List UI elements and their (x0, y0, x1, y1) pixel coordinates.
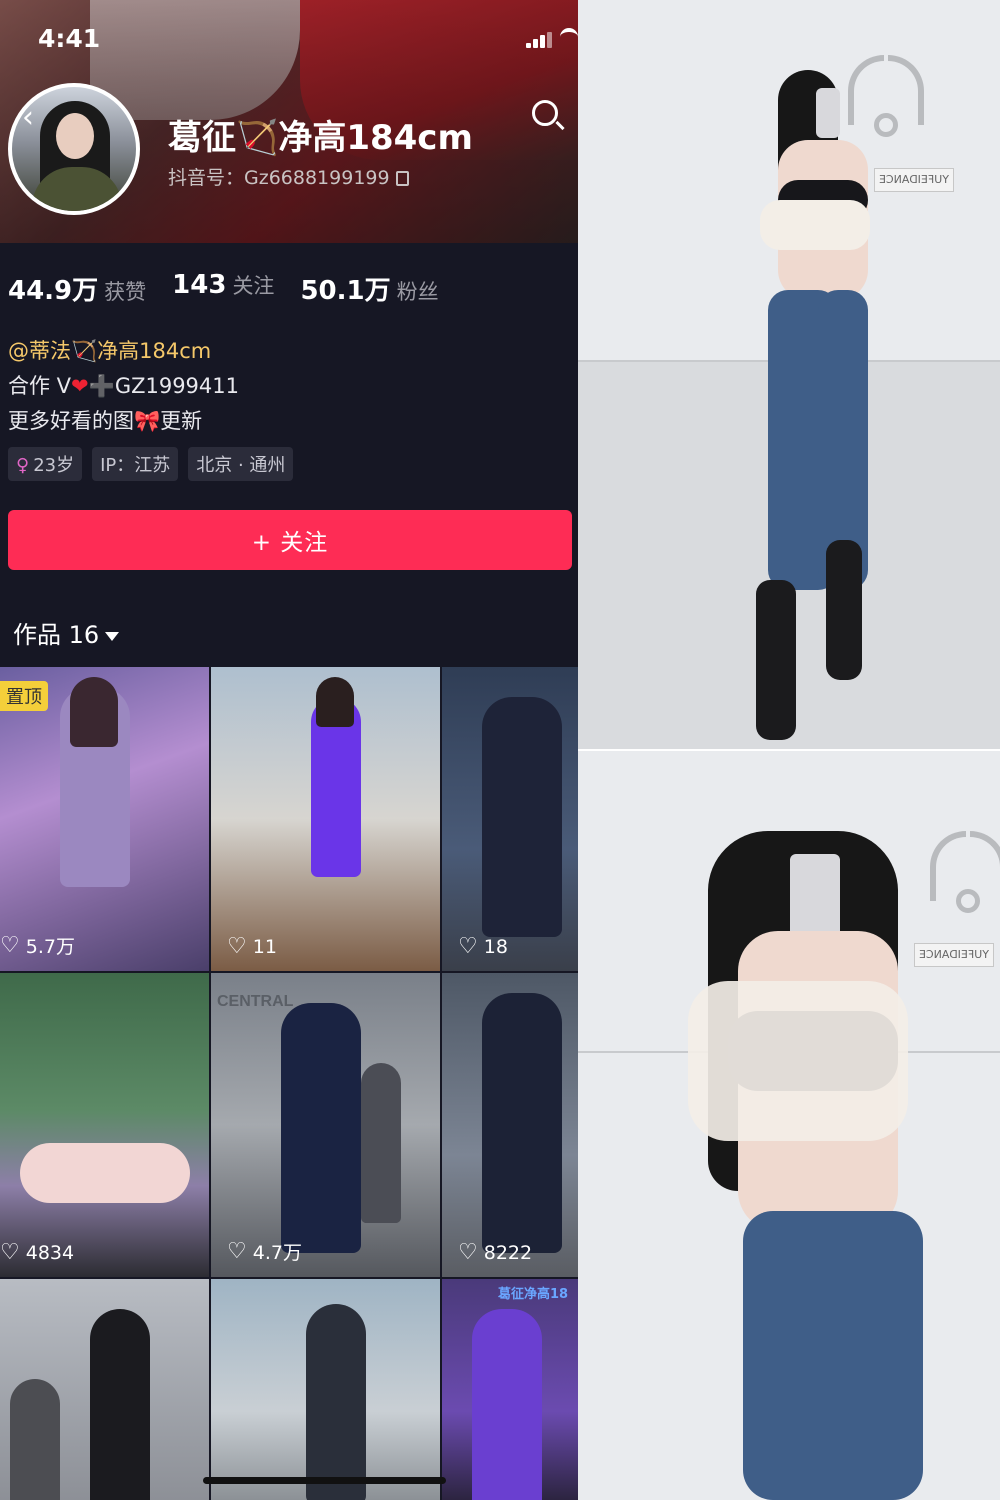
profile-tags: ♀ 23岁 IP：江苏 北京 · 通州 (8, 447, 294, 481)
pinned-badge: 置顶 (0, 681, 48, 711)
female-icon: ♀ (16, 455, 30, 476)
video-tile[interactable]: ♡ 11 (211, 667, 440, 971)
tab-works[interactable]: 作品 16 (13, 615, 120, 650)
studio-sign: YUFEIDANCE (874, 168, 954, 192)
douyin-id-text: 抖音号：Gz6688199199 (168, 167, 390, 189)
video-tile[interactable] (211, 1279, 440, 1500)
heart-icon: ❤ (71, 374, 89, 398)
video-tile[interactable]: CENTRAL ♡ 4.7万 (211, 973, 440, 1277)
chevron-down-icon (105, 631, 120, 641)
search-icon[interactable] (532, 100, 558, 126)
home-indicator (203, 1477, 446, 1484)
wing-logo-icon (928, 831, 1000, 921)
video-tile[interactable]: ♡ 4834 (0, 973, 209, 1277)
signal-icon (526, 32, 552, 48)
video-tile[interactable]: ♡ 8222 (442, 973, 578, 1277)
profile-stats: 44.9万 获赞 143 关注 50.1万 粉丝 (8, 270, 439, 307)
ribbon-icon: 🎀 (134, 409, 161, 433)
photo-closeup: YUFEIDANCE (578, 751, 1000, 1500)
heart-outline-icon: ♡ (458, 1240, 478, 1265)
video-likes: ♡ 4834 (0, 1240, 75, 1265)
wifi-icon (560, 28, 578, 46)
bio-line-more: 更多好看的图🎀更新 (8, 409, 203, 433)
stat-likes: 44.9万 获赞 (8, 276, 147, 306)
bio-mention-link[interactable]: @蒂法🏹净高184cm (8, 334, 239, 369)
tag-age: ♀ 23岁 (8, 447, 83, 481)
studio-sign: YUFEIDANCE (914, 943, 994, 967)
heart-outline-icon: ♡ (0, 1240, 20, 1265)
heart-outline-icon: ♡ (0, 933, 20, 958)
wing-logo-icon (846, 55, 926, 145)
video-grid: 置顶 ♡ 5.7万 ♡ 11 ♡ 18 ♡ 4834 CENTRAL ♡ 4.7万 ♡ 82… (0, 667, 578, 1500)
video-likes: ♡ 4.7万 (227, 1239, 302, 1264)
photo-full-body: YUFEIDANCE (578, 0, 1000, 749)
tag-location: 北京 · 通州 (188, 447, 294, 481)
video-likes: ♡ 18 (458, 934, 508, 959)
heart-outline-icon: ♡ (458, 934, 478, 959)
video-banner: 葛征净高18 (498, 1287, 569, 1302)
profile-bio: @蒂法🏹净高184cm 合作 V❤➕GZ1999411 更多好看的图🎀更新 (8, 334, 239, 439)
profile-name: 葛征🏹净高184cm (168, 118, 473, 158)
stat-followers[interactable]: 50.1万 粉丝 (300, 270, 438, 307)
video-tile[interactable] (0, 1279, 209, 1500)
video-likes: ♡ 11 (227, 934, 277, 959)
back-icon[interactable]: ‹ (22, 100, 34, 135)
video-likes: ♡ 8222 (458, 1240, 533, 1265)
follow-button[interactable]: + 关注 (8, 510, 572, 570)
plus-icon: ➕ (88, 374, 115, 398)
video-likes: ♡ 5.7万 (0, 933, 75, 958)
video-tile[interactable]: 葛征净高18 (442, 1279, 578, 1500)
heart-outline-icon: ♡ (227, 1239, 247, 1264)
video-tile[interactable]: ♡ 18 (442, 667, 578, 971)
heart-outline-icon: ♡ (227, 934, 247, 959)
copy-icon[interactable] (395, 171, 409, 186)
stat-following[interactable]: 143 关注 (172, 270, 274, 307)
douyin-profile-screen: 4:41 ‹ 葛征🏹净高184cm 抖音号：Gz6688199199 44.9万… (0, 0, 578, 1500)
storefront-sign: CENTRAL (217, 993, 294, 1010)
tag-ip: IP：江苏 (92, 447, 179, 481)
douyin-id[interactable]: 抖音号：Gz6688199199 (168, 163, 409, 190)
status-time: 4:41 (38, 24, 101, 53)
video-tile[interactable]: 置顶 ♡ 5.7万 (0, 667, 209, 971)
bio-line-contact: 合作 V❤➕GZ1999411 (8, 374, 239, 398)
